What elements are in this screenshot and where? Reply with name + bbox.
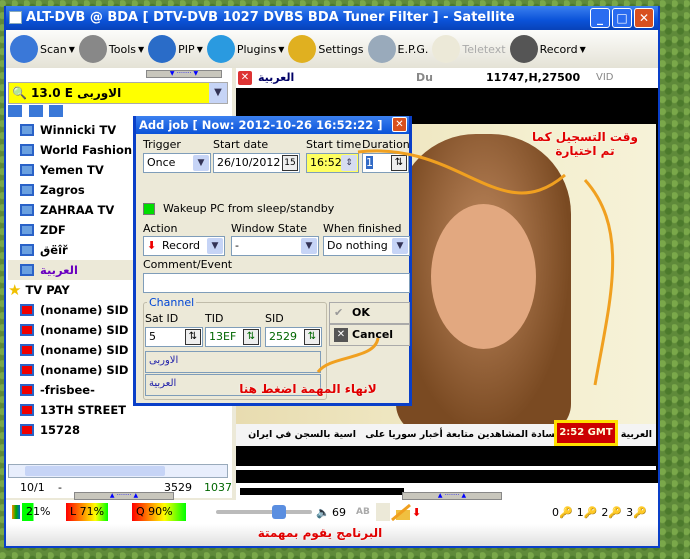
annotation-arrows xyxy=(316,149,615,522)
